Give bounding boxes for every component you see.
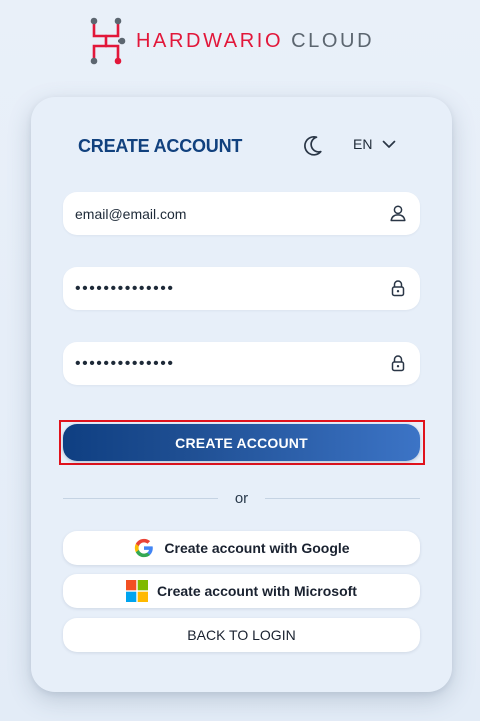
card-header: CREATE ACCOUNT EN bbox=[78, 134, 418, 160]
confirm-password-input[interactable] bbox=[63, 353, 377, 374]
or-divider: or bbox=[63, 489, 420, 509]
moon-icon bbox=[304, 135, 322, 156]
confirm-password-field[interactable] bbox=[63, 342, 420, 385]
email-input[interactable] bbox=[63, 204, 377, 223]
microsoft-signup-button[interactable]: Create account with Microsoft bbox=[63, 574, 420, 608]
email-field[interactable] bbox=[63, 192, 420, 235]
lock-icon bbox=[391, 280, 405, 297]
password-field[interactable] bbox=[63, 267, 420, 310]
password-input[interactable] bbox=[63, 278, 377, 299]
lock-icon bbox=[391, 355, 405, 372]
hardwario-logo: HARDWARIO CLOUD bbox=[88, 16, 374, 66]
google-signup-button[interactable]: Create account with Google bbox=[63, 531, 420, 565]
back-to-login-button[interactable]: BACK TO LOGIN bbox=[63, 618, 420, 652]
user-icon bbox=[390, 205, 406, 222]
logo-wordmark: HARDWARIO CLOUD bbox=[136, 30, 374, 53]
hardwario-logo-mark-icon bbox=[90, 17, 126, 65]
logo-product-text: CLOUD bbox=[291, 29, 375, 52]
logo-brand-text: HARDWARIO bbox=[136, 29, 284, 52]
create-account-button[interactable]: CREATE ACCOUNT bbox=[63, 424, 420, 461]
google-signup-label: Create account with Google bbox=[164, 540, 350, 556]
page: HARDWARIO CLOUD CREATE ACCOUNT EN email@… bbox=[0, 0, 480, 721]
google-icon bbox=[135, 538, 154, 558]
language-value: EN bbox=[353, 136, 373, 152]
chevron-down-icon bbox=[383, 140, 396, 148]
microsoft-signup-label: Create account with Microsoft bbox=[157, 583, 357, 599]
language-select[interactable]: EN bbox=[353, 136, 396, 152]
page-title: CREATE ACCOUNT bbox=[78, 136, 243, 156]
theme-toggle-button[interactable] bbox=[302, 134, 324, 158]
divider-line-right bbox=[265, 498, 420, 499]
microsoft-icon bbox=[126, 580, 149, 602]
create-account-card: CREATE ACCOUNT EN email@email.com ••••••… bbox=[31, 97, 452, 692]
